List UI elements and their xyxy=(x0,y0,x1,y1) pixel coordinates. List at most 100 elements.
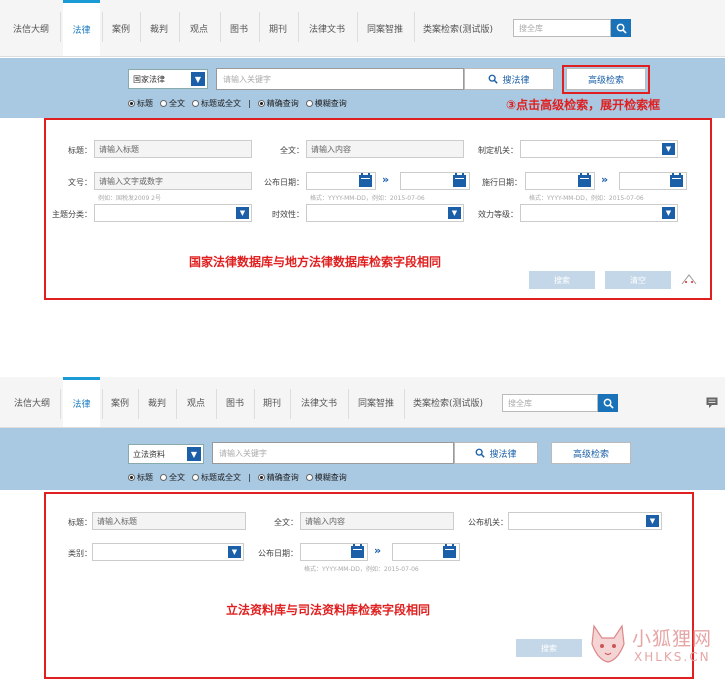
nav-item-books[interactable]: 图书 xyxy=(221,0,257,56)
radio-dot xyxy=(192,100,199,107)
radio-dot-selected xyxy=(128,100,135,107)
caption-legislative: 立法资料库与司法资料库检索字段相同 xyxy=(226,603,431,617)
database-select[interactable]: 国家法律 ▼ xyxy=(128,69,208,89)
chevron-down-icon: ▼ xyxy=(662,143,675,155)
collapse-icon[interactable] xyxy=(680,273,698,285)
pubdate-start[interactable] xyxy=(300,543,368,561)
pubdate-start[interactable] xyxy=(306,172,376,190)
topic-select[interactable]: ▼ xyxy=(94,204,252,222)
docno-hint: 例如：国税发2009 2号 xyxy=(98,195,161,202)
pubdate-label: 公布日期： xyxy=(264,178,304,187)
database-select-value: 立法资料 xyxy=(133,450,165,459)
calendar-icon[interactable] xyxy=(443,544,456,558)
title-input[interactable]: 请输入标题 xyxy=(94,140,252,158)
nav-item-judgment[interactable]: 裁判 xyxy=(141,0,177,56)
radio-separator: | xyxy=(248,473,251,482)
radio-title-or-full[interactable]: 标题或全文 xyxy=(192,98,241,109)
global-search-button[interactable] xyxy=(611,19,631,37)
nav-item-views[interactable]: 观点 xyxy=(180,0,218,56)
nav-item-outline[interactable]: 法信大纲 xyxy=(8,377,56,427)
global-search-input[interactable]: 搜全库 xyxy=(513,19,611,37)
radio-fulltext-label: 全文 xyxy=(169,473,185,482)
radio-dot-selected xyxy=(257,100,265,107)
chevron-down-icon: ▼ xyxy=(662,207,675,219)
keyword-input[interactable]: 请输入关键字 xyxy=(216,68,464,90)
nav-item-journals[interactable]: 期刊 xyxy=(255,377,289,427)
radio-fuzzy[interactable]: 模糊查询 xyxy=(305,98,347,109)
radio-exact[interactable]: 精确查询 xyxy=(257,98,299,109)
calendar-icon[interactable] xyxy=(670,173,683,187)
nav-item-law[interactable]: 法律 xyxy=(63,377,100,427)
keyword-input[interactable]: 请输入关键字 xyxy=(212,442,454,464)
double-chevron-icon: » xyxy=(374,544,382,557)
radio-fulltext-label: 全文 xyxy=(169,99,185,108)
fulltext-input[interactable]: 请输入内容 xyxy=(300,512,454,530)
double-chevron-icon: » xyxy=(382,173,390,186)
radio-title-or-full[interactable]: 标题或全文 xyxy=(192,472,241,483)
nav-item-legal-docs[interactable]: 法律文书 xyxy=(291,377,347,427)
effdate-end[interactable] xyxy=(619,172,687,190)
search-law-label: 搜法律 xyxy=(489,449,517,460)
search-law-button[interactable]: 搜法律 xyxy=(464,68,554,90)
nav-item-judgment[interactable]: 裁判 xyxy=(139,377,175,427)
fox-logo-icon xyxy=(591,624,625,663)
publishing-org-select[interactable]: ▼ xyxy=(508,512,662,530)
nav-item-legal-docs[interactable]: 法律文书 xyxy=(299,0,355,56)
global-search-button[interactable] xyxy=(598,394,618,412)
radio-fuzzy-label: 模糊查询 xyxy=(314,99,347,108)
global-search-input[interactable]: 搜全库 xyxy=(502,394,598,412)
form-search-button[interactable]: 搜索 xyxy=(529,271,595,289)
nav-divider xyxy=(60,389,61,419)
nav-item-cases[interactable]: 案例 xyxy=(103,0,139,56)
calendar-icon[interactable] xyxy=(453,173,466,187)
pubdate-end[interactable] xyxy=(400,172,470,190)
enacting-org-select[interactable]: ▼ xyxy=(520,140,678,158)
nav-item-case-search-beta[interactable]: 类案检索(测试版) xyxy=(415,0,501,56)
docno-input[interactable]: 请输入文字或数字 xyxy=(94,172,252,190)
radio-fulltext[interactable]: 全文 xyxy=(160,472,185,483)
highlight-advanced-button xyxy=(562,65,650,94)
docno-label: 文号： xyxy=(68,178,92,187)
nav-divider xyxy=(60,12,61,42)
nav-item-views[interactable]: 观点 xyxy=(177,377,215,427)
message-icon[interactable] xyxy=(706,397,718,408)
nav-item-journals[interactable]: 期刊 xyxy=(260,0,296,56)
database-select[interactable]: 立法资料 ▼ xyxy=(128,444,204,464)
category-select[interactable]: ▼ xyxy=(92,543,244,561)
calendar-icon[interactable] xyxy=(351,544,364,558)
watermark-sub: XHLKS.CN xyxy=(634,650,711,664)
pubdate-end[interactable] xyxy=(392,543,460,561)
form-clear-button[interactable]: 清空 xyxy=(605,271,671,289)
nav-item-cases[interactable]: 案例 xyxy=(102,377,138,427)
step-annotation: ③点击高级检索，展开检索框 xyxy=(506,98,661,112)
form-search-button[interactable]: 搜索 xyxy=(516,639,582,657)
radio-fuzzy-label: 模糊查询 xyxy=(314,473,347,482)
chevron-down-icon: ▼ xyxy=(448,207,461,219)
nav-item-law[interactable]: 法律 xyxy=(63,0,100,56)
radio-fuzzy[interactable]: 模糊查询 xyxy=(305,472,347,483)
nav-item-similar-push[interactable]: 同案智推 xyxy=(349,377,403,427)
panel-national-law: 法信大纲 法律 案例 裁判 观点 图书 期刊 法律文书 同案智推 类案检索(测试… xyxy=(0,0,725,312)
search-law-button[interactable]: 搜法律 xyxy=(454,442,538,464)
radio-title[interactable]: 标题 xyxy=(128,472,153,483)
radio-exact[interactable]: 精确查询 xyxy=(257,472,299,483)
calendar-icon[interactable] xyxy=(359,173,372,187)
nav-item-books[interactable]: 图书 xyxy=(217,377,253,427)
nav-item-similar-push[interactable]: 同案智推 xyxy=(358,0,412,56)
validity-select[interactable]: ▼ xyxy=(306,204,464,222)
nav-item-outline[interactable]: 法信大纲 xyxy=(6,0,56,56)
search-scope-radios: 标题 全文 标题或全文 | 精确查询 模糊查询 xyxy=(128,472,347,483)
effdate-start[interactable] xyxy=(525,172,595,190)
nav-item-case-search-beta[interactable]: 类案检索(测试版) xyxy=(405,377,491,427)
search-icon xyxy=(489,74,499,84)
radio-dot-selected xyxy=(128,474,135,481)
watermark-text: 小狐狸网 xyxy=(632,628,713,650)
level-select[interactable]: ▼ xyxy=(520,204,678,222)
radio-title[interactable]: 标题 xyxy=(128,98,153,109)
title-input[interactable]: 请输入标题 xyxy=(92,512,246,530)
fulltext-input[interactable]: 请输入内容 xyxy=(306,140,464,158)
radio-title-or-full-label: 标题或全文 xyxy=(201,473,241,482)
advanced-search-button[interactable]: 高级检索 xyxy=(551,442,631,464)
radio-fulltext[interactable]: 全文 xyxy=(160,98,185,109)
calendar-icon[interactable] xyxy=(578,173,591,187)
